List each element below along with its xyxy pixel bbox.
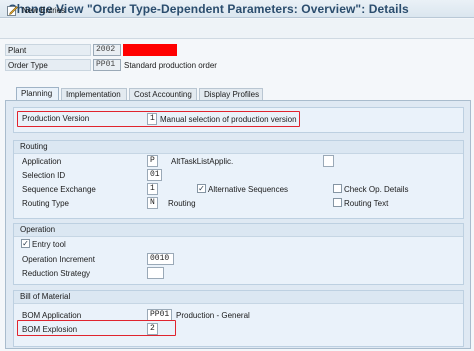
operation-heading: Operation bbox=[14, 224, 463, 237]
new-entries-button[interactable]: New Entries bbox=[7, 4, 65, 16]
selection-id-label: Selection ID bbox=[22, 171, 66, 180]
plant-field[interactable]: 2002 bbox=[93, 44, 121, 56]
order-type-label-box: Order Type bbox=[5, 59, 91, 71]
plant-label-box: Plant bbox=[5, 44, 91, 56]
bill-of-material-heading: Bill of Material bbox=[14, 291, 463, 304]
window-title: Change View "Order Type-Dependent Parame… bbox=[8, 2, 409, 16]
reduction-strategy-label: Reduction Strategy bbox=[22, 269, 91, 278]
bom-application-description: Production - General bbox=[176, 311, 250, 320]
entry-tool-checkbox[interactable]: ✓ bbox=[21, 239, 30, 248]
bom-application-label: BOM Application bbox=[22, 311, 82, 320]
alt-task-list-field[interactable] bbox=[323, 155, 334, 167]
tab-planning[interactable]: Planning bbox=[16, 87, 59, 101]
application-field[interactable]: P bbox=[147, 155, 158, 167]
plant-label: Plant bbox=[8, 46, 27, 55]
selection-id-field[interactable]: 01 bbox=[147, 169, 162, 181]
redacted-plant-name bbox=[123, 44, 177, 56]
new-entries-label: New Entries bbox=[22, 5, 66, 15]
routing-text-checkbox[interactable] bbox=[333, 198, 342, 207]
tab-implementation[interactable]: Implementation bbox=[61, 88, 127, 100]
check-op-details-label: Check Op. Details bbox=[344, 185, 409, 194]
operation-increment-label: Operation Increment bbox=[22, 255, 95, 264]
sequence-exchange-field[interactable]: 1 bbox=[147, 183, 158, 195]
application-label: Application bbox=[22, 157, 62, 166]
reduction-strategy-field[interactable] bbox=[147, 267, 164, 279]
order-type-description: Standard production order bbox=[124, 61, 217, 70]
edit-pencil-icon bbox=[7, 5, 18, 16]
routing-text-label: Routing Text bbox=[344, 199, 389, 208]
routing-type-description: Routing bbox=[168, 199, 196, 208]
alternative-sequences-label: Alternative Sequences bbox=[208, 185, 289, 194]
tab-display-profiles[interactable]: Display Profiles bbox=[199, 88, 263, 100]
production-version-highlight bbox=[17, 111, 300, 127]
tab-cost-accounting[interactable]: Cost Accounting bbox=[129, 88, 197, 100]
bom-explosion-highlight bbox=[17, 320, 176, 336]
application-toolbar bbox=[0, 19, 474, 39]
sequence-exchange-label: Sequence Exchange bbox=[22, 185, 96, 194]
alternative-sequences-checkbox[interactable]: ✓ bbox=[197, 184, 206, 193]
routing-heading: Routing bbox=[14, 141, 463, 154]
routing-type-field[interactable]: N bbox=[147, 197, 158, 209]
check-op-details-checkbox[interactable] bbox=[333, 184, 342, 193]
order-type-label: Order Type bbox=[8, 61, 48, 70]
entry-tool-label: Entry tool bbox=[32, 240, 66, 249]
order-type-field[interactable]: PP01 bbox=[93, 59, 121, 71]
routing-group: Routing bbox=[13, 140, 464, 219]
routing-type-label: Routing Type bbox=[22, 199, 69, 208]
alt-task-list-label: AltTaskListApplic. bbox=[171, 157, 234, 166]
operation-increment-field[interactable]: 0010 bbox=[147, 253, 174, 265]
